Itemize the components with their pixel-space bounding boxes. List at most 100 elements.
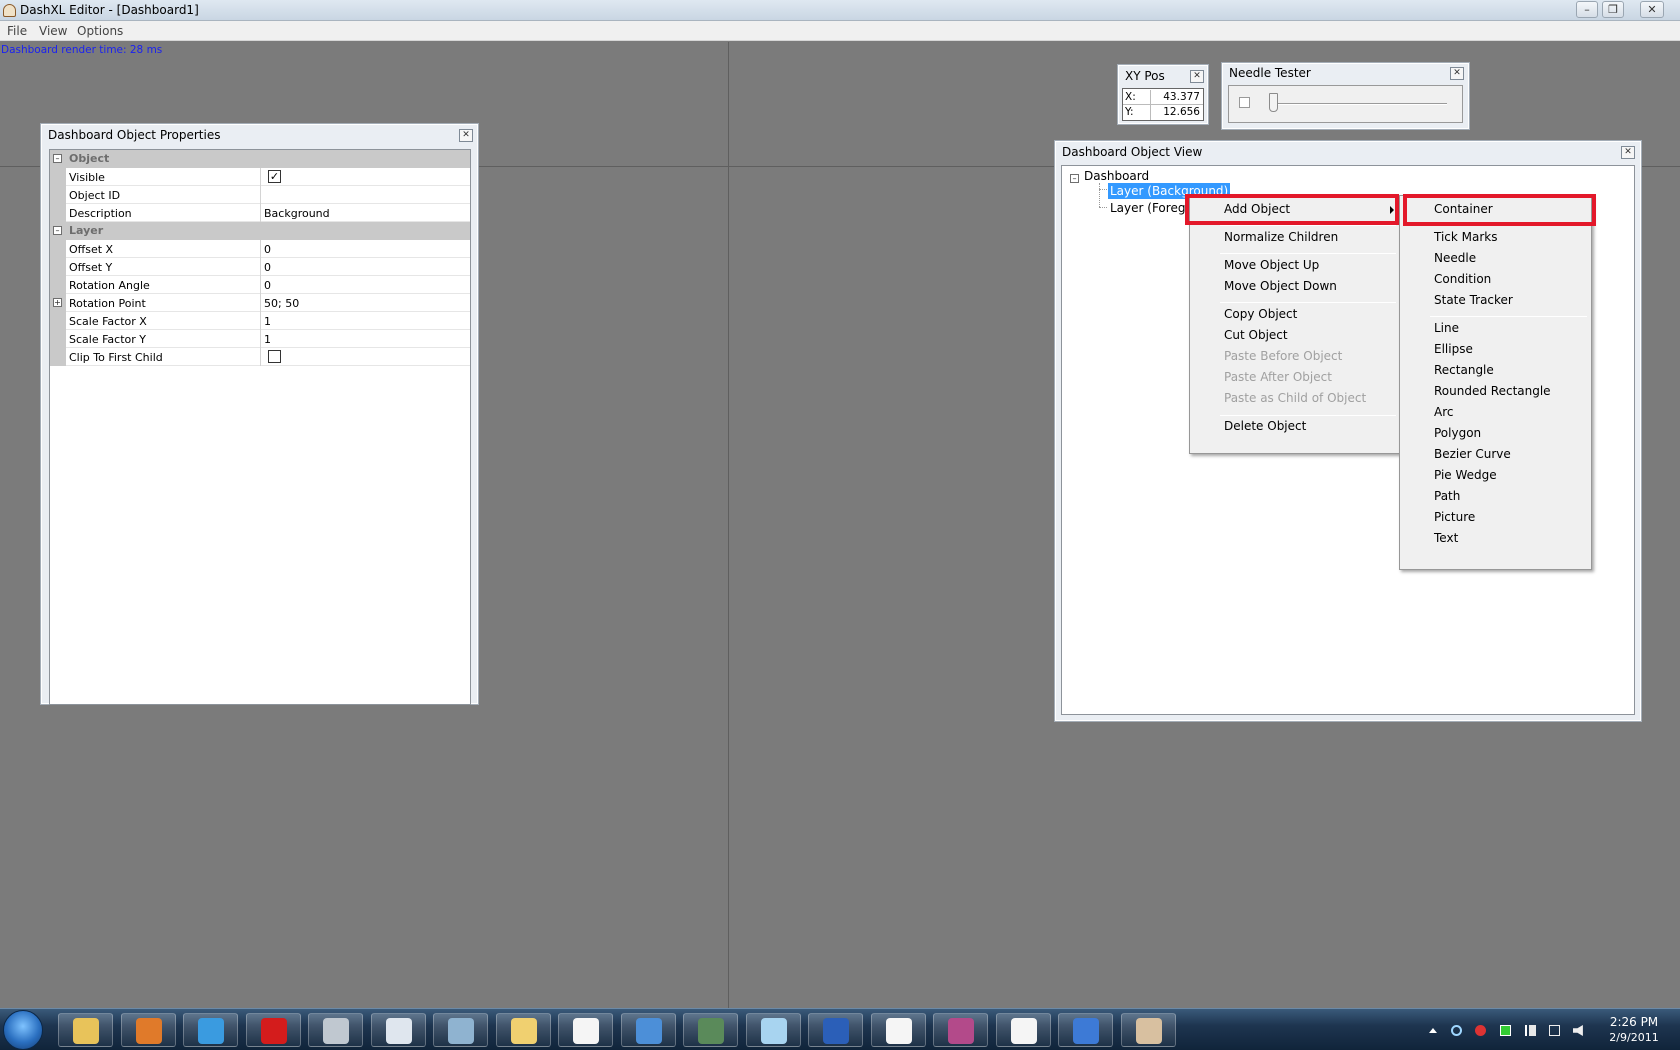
- property-value[interactable]: Background: [264, 207, 330, 220]
- property-checkbox[interactable]: ✓: [268, 170, 281, 183]
- needle-tester-title-bar[interactable]: Needle Tester ✕: [1222, 63, 1469, 85]
- taskbar-button-monitor[interactable]: [683, 1013, 738, 1047]
- clock[interactable]: 2:26 PM 2/9/2011: [1601, 1015, 1667, 1044]
- taskbar-button-internet-explorer[interactable]: [183, 1013, 238, 1047]
- object-view-close-button[interactable]: ✕: [1621, 146, 1635, 159]
- property-category[interactable]: – Object: [50, 150, 470, 168]
- property-value[interactable]: 0: [264, 261, 271, 274]
- context-menu-item[interactable]: Cut Object: [1224, 328, 1288, 342]
- flag-tray-icon[interactable]: [1525, 1025, 1536, 1036]
- submenu-item[interactable]: Rectangle: [1434, 363, 1494, 377]
- property-name: Rotation Point: [69, 297, 146, 310]
- network-tray-icon[interactable]: [1451, 1025, 1462, 1036]
- submenu-item[interactable]: Tick Marks: [1434, 230, 1498, 244]
- taskbar-button-opera[interactable]: [245, 1013, 301, 1047]
- tray-expand-icon[interactable]: [1429, 1028, 1437, 1033]
- close-button[interactable]: ✕: [1640, 1, 1664, 18]
- taskbar-button-doc[interactable]: [558, 1013, 613, 1047]
- property-row[interactable]: Description Background: [50, 204, 470, 222]
- property-row[interactable]: Scale Factor X 1: [50, 312, 470, 330]
- taskbar-button-app[interactable]: [308, 1013, 363, 1047]
- context-menu-item[interactable]: Copy Object: [1224, 307, 1297, 321]
- properties-title-bar[interactable]: Dashboard Object Properties ✕: [41, 124, 478, 146]
- submenu-item[interactable]: Needle: [1434, 251, 1476, 265]
- menu-options[interactable]: Options: [77, 24, 123, 38]
- xy-pos-title-bar[interactable]: XY Pos ✕: [1118, 65, 1208, 87]
- taskbar-button-key[interactable]: [933, 1013, 988, 1047]
- property-value[interactable]: 1: [264, 333, 271, 346]
- property-row[interactable]: Offset X 0: [50, 240, 470, 258]
- menu-view[interactable]: View: [39, 24, 67, 38]
- submenu-item[interactable]: Rounded Rectangle: [1434, 384, 1551, 398]
- needle-slider-track[interactable]: [1269, 103, 1447, 105]
- property-row[interactable]: + Rotation Point 50; 50: [50, 294, 470, 312]
- submenu-item[interactable]: Ellipse: [1434, 342, 1473, 356]
- submenu-item[interactable]: Path: [1434, 489, 1460, 503]
- property-row[interactable]: Object ID: [50, 186, 470, 204]
- submenu-item[interactable]: Condition: [1434, 272, 1491, 286]
- context-menu-item[interactable]: Move Object Up: [1224, 258, 1319, 272]
- network-icon: [448, 1018, 474, 1044]
- needle-tester-checkbox[interactable]: [1239, 97, 1250, 108]
- network-status-icon[interactable]: [1549, 1025, 1560, 1036]
- taskbar-button-notepad[interactable]: [370, 1013, 426, 1047]
- property-category[interactable]: – Layer: [50, 222, 470, 240]
- properties-panel[interactable]: Dashboard Object Properties ✕ – Object Vis…: [40, 123, 479, 705]
- property-value[interactable]: 1: [264, 315, 271, 328]
- alert-tray-icon[interactable]: [1475, 1025, 1486, 1036]
- taskbar-button-document[interactable]: [870, 1013, 926, 1047]
- restore-button[interactable]: ❐: [1602, 1, 1624, 18]
- property-grid[interactable]: – Object Visible ✓ Object ID Description Backg…: [49, 149, 471, 705]
- submenu-item[interactable]: Polygon: [1434, 426, 1481, 440]
- taskbar-button-paint[interactable]: [495, 1013, 551, 1047]
- submenu-item[interactable]: Arc: [1434, 405, 1453, 419]
- submenu-item[interactable]: Line: [1434, 321, 1459, 335]
- tree-collapse-icon[interactable]: –: [1070, 174, 1079, 183]
- property-checkbox[interactable]: [268, 350, 281, 363]
- taskbar-button-itunes[interactable]: [1058, 1013, 1113, 1047]
- context-menu-item[interactable]: Delete Object: [1224, 419, 1306, 433]
- taskbar-button-editor[interactable]: [995, 1013, 1051, 1047]
- needle-tester-panel[interactable]: Needle Tester ✕: [1221, 62, 1470, 130]
- collapse-icon[interactable]: –: [53, 154, 62, 163]
- collapse-icon[interactable]: –: [53, 226, 62, 235]
- needle-tester-close-button[interactable]: ✕: [1450, 67, 1464, 80]
- property-value[interactable]: 0: [264, 243, 271, 256]
- xy-pos-close-button[interactable]: ✕: [1190, 70, 1204, 83]
- submenu-item[interactable]: Text: [1434, 531, 1458, 545]
- context-menu-item[interactable]: Move Object Down: [1224, 279, 1337, 293]
- context-menu-item[interactable]: Normalize Children: [1224, 230, 1338, 244]
- category-label: Layer: [69, 224, 104, 237]
- submenu-item[interactable]: Pie Wedge: [1434, 468, 1497, 482]
- minimize-button[interactable]: –: [1576, 1, 1598, 18]
- submenu-item[interactable]: Bezier Curve: [1434, 447, 1511, 461]
- tree-node-dashboard[interactable]: Dashboard: [1084, 169, 1149, 183]
- expand-icon[interactable]: +: [53, 298, 62, 307]
- volume-icon[interactable]: [1573, 1025, 1583, 1036]
- property-value[interactable]: 0: [264, 279, 271, 292]
- menu-file[interactable]: File: [7, 24, 27, 38]
- taskbar-button-viewer[interactable]: [745, 1013, 801, 1047]
- start-button[interactable]: [3, 1010, 43, 1050]
- battery-tray-icon[interactable]: [1500, 1025, 1511, 1036]
- taskbar-button-paint-brush[interactable]: [1120, 1013, 1176, 1047]
- property-row[interactable]: Rotation Angle 0: [50, 276, 470, 294]
- property-row[interactable]: Offset Y 0: [50, 258, 470, 276]
- xy-pos-title: XY Pos: [1125, 69, 1165, 83]
- property-name: Clip To First Child: [69, 351, 163, 364]
- submenu-item[interactable]: Picture: [1434, 510, 1475, 524]
- object-view-title-bar[interactable]: Dashboard Object View ✕: [1055, 141, 1641, 163]
- property-row[interactable]: Scale Factor Y 1: [50, 330, 470, 348]
- taskbar-button-remote-desktop[interactable]: [620, 1013, 676, 1047]
- property-row[interactable]: Clip To First Child: [50, 348, 470, 366]
- xy-pos-panel[interactable]: XY Pos ✕ X: 43.377 Y: 12.656: [1117, 64, 1209, 125]
- taskbar-button-virtualbox[interactable]: [120, 1013, 176, 1047]
- property-row[interactable]: Visible ✓: [50, 168, 470, 186]
- submenu-item[interactable]: State Tracker: [1434, 293, 1513, 307]
- taskbar-button-explorer[interactable]: [58, 1013, 113, 1047]
- properties-close-button[interactable]: ✕: [459, 129, 473, 142]
- taskbar-button-word[interactable]: [808, 1013, 863, 1047]
- property-value[interactable]: 50; 50: [264, 297, 299, 310]
- needle-slider-thumb[interactable]: [1269, 93, 1278, 112]
- taskbar-button-network[interactable]: [433, 1013, 488, 1047]
